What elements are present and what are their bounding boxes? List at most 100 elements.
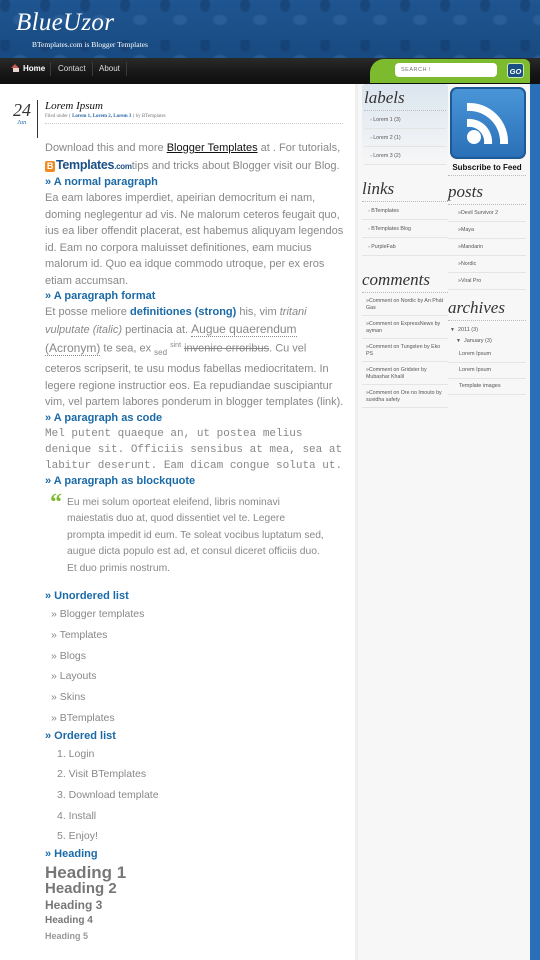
list-item: » Blogger templates [51, 608, 145, 621]
blog-description: BTemplates.com is Blogger Templates [32, 40, 148, 49]
section-heading: » Heading [45, 848, 98, 861]
home-icon [11, 64, 20, 72]
link-item[interactable]: »BTemplates [362, 202, 448, 220]
btemplates-logo-b: B [45, 160, 55, 172]
rss-icon[interactable] [450, 87, 526, 159]
strikethrough-text: invenire erroribus [184, 342, 270, 355]
quote-icon: “ [50, 489, 62, 516]
heading-3-sample: Heading 3 [45, 898, 103, 913]
nav-about[interactable]: About [99, 58, 120, 80]
subscribe-feed-link[interactable]: Subscribe to Feed [448, 159, 526, 176]
format-text: Et posse meliore [45, 306, 130, 318]
archive-month-label: January (3) [463, 338, 492, 344]
links-widget: links »BTemplates »BTemplates Blog »Purp… [362, 179, 448, 256]
archive-post-link[interactable]: Template images [448, 379, 526, 395]
heading-1-sample: Heading 1 [45, 863, 127, 883]
list-item: » Blogs [51, 649, 87, 662]
post-title[interactable]: Lorem Ipsum [45, 100, 103, 112]
link-text: PurpleFab [371, 244, 396, 250]
main-column: 24 Jan Lorem Ipsum Filed under ( Lorem 1… [0, 84, 355, 960]
heading-5-sample: Heading 5 [45, 931, 89, 942]
post-link-text: Devil Survivor 2 [460, 210, 499, 216]
rss-glyph [467, 102, 509, 144]
comment-link[interactable]: »Comment on Nordic by An Phát Gas [362, 293, 448, 316]
label-link[interactable]: »Lorem 1 (3) [364, 111, 446, 129]
meta-label-link[interactable]: Lorem 2 [93, 114, 111, 119]
code-block: Mel putent quaeque an, ut postea melius … [45, 427, 343, 472]
link-item[interactable]: »PurpleFab [362, 238, 448, 256]
arrow-icon: » [368, 226, 371, 231]
btemplates-logo[interactable]: B Templates.com [45, 157, 132, 176]
post-link-text: Viral Pro [460, 278, 482, 284]
archive-month-toggle[interactable]: ▼ January (3) [448, 336, 526, 347]
nav-home[interactable]: Home [11, 58, 45, 80]
label-text: Lorem 2 (1) [373, 135, 401, 141]
comment-link[interactable]: »Comment on ExpressNews by ayman [362, 316, 448, 339]
sidebar-right-column: Subscribe to Feed posts »Devil Survivor … [448, 84, 526, 395]
meta-label-link[interactable]: Lorem 3 [113, 114, 131, 119]
format-text: te sea, ex [100, 342, 155, 355]
search-input[interactable] [395, 63, 497, 77]
comment-link[interactable]: »Comment on Tungsten by Eko PS [362, 339, 448, 362]
list-item: 4. Install [57, 809, 97, 822]
blogger-templates-link[interactable]: Blogger Templates [167, 142, 258, 154]
nav-divider [50, 62, 51, 76]
archive-post-link[interactable]: Lorem Ipsum [448, 347, 526, 363]
intro-text: tips and tricks about Blogger visit our … [131, 159, 340, 172]
post-link-text: Mandarin [460, 244, 484, 250]
post-link[interactable]: »Mandarin [448, 239, 526, 256]
label-link[interactable]: »Lorem 3 (2) [364, 147, 446, 165]
heading-2-sample: Heading 2 [45, 880, 117, 898]
meta-prefix: Filed under ( [45, 114, 71, 119]
post-date-month: Jan [17, 119, 27, 126]
intro-text: at . For tutorials, [257, 142, 341, 154]
content-area: 24 Jan Lorem Ipsum Filed under ( Lorem 1… [0, 84, 530, 960]
btemplates-logo-com: .com [114, 161, 132, 171]
label-text: Lorem 3 (2) [373, 153, 401, 159]
post-meta: Filed under ( Lorem 1, Lorem 2, Lorem 3 … [45, 114, 166, 119]
post-link[interactable]: »Nordic [448, 256, 526, 273]
expand-triangle-icon: ▼ [456, 338, 461, 344]
post-link[interactable]: »Devil Survivor 2 [448, 205, 526, 222]
comments-widget: comments »Comment on Nordic by An Phát G… [362, 270, 448, 408]
link-item[interactable]: »BTemplates Blog [362, 220, 448, 238]
unordered-list: » Blogger templates » Templates » Blogs … [45, 604, 345, 728]
post-link[interactable]: »Maya [448, 222, 526, 239]
comment-text: Comment on Tungsten by Eko PS [366, 344, 441, 357]
nav-contact[interactable]: Contact [58, 58, 86, 80]
comment-link[interactable]: »Comment on Gridster by Mubashar Khalil [362, 362, 448, 385]
btemplates-logo-text: Templates [56, 157, 115, 172]
labels-widget: labels »Lorem 1 (3) »Lorem 2 (1) »Lorem … [362, 84, 448, 165]
nav-home-label: Home [23, 64, 46, 73]
sidebar: labels »Lorem 1 (3) »Lorem 2 (1) »Lorem … [355, 84, 530, 960]
superscript-text: sint [170, 342, 182, 349]
comment-link[interactable]: »Comment on Ore no Imouto by suvidha saf… [362, 385, 448, 408]
link-text: BTemplates [371, 208, 399, 214]
blog-title[interactable]: BlueUzor [16, 9, 114, 37]
archive-post-link[interactable]: Lorem Ipsum [448, 363, 526, 379]
archive-year-toggle[interactable]: ▼ 2011 (3) [448, 321, 526, 336]
heading-4-sample: Heading 4 [45, 915, 93, 927]
post-meta-divider [45, 123, 343, 124]
list-item: » Skins [51, 691, 86, 704]
widget-title-archives: archives [448, 298, 526, 321]
meta-suffix: ) by BTemplates [132, 114, 166, 119]
search-bar: GO [370, 59, 530, 83]
blog-header: BlueUzor BTemplates.com is Blogger Templ… [0, 0, 540, 60]
post-link[interactable]: »Viral Pro [448, 273, 526, 290]
nav-divider [126, 62, 127, 76]
meta-label-link[interactable]: Lorem 1 [72, 114, 90, 119]
comment-text: Comment on ExpressNews by ayman [366, 321, 441, 334]
search-go-button[interactable]: GO [507, 63, 524, 78]
intro-text: Download this and more [45, 142, 167, 154]
widget-title-links: links [362, 179, 448, 202]
archives-widget: archives ▼ 2011 (3) ▼ January (3) Lorem Ip… [448, 298, 526, 395]
list-item: » Templates [51, 629, 108, 642]
section-heading: » A paragraph format [45, 290, 156, 302]
widget-title-posts: posts [448, 182, 526, 205]
comment-text: Comment on Gridster by Mubashar Khalil [366, 367, 427, 380]
format-text: pertinacia at. [122, 323, 192, 336]
normal-paragraph: Ea eam labores imperdiet, apeirian democ… [45, 192, 344, 287]
list-item: 5. Enjoy! [57, 830, 98, 843]
label-link[interactable]: »Lorem 2 (1) [364, 129, 446, 147]
